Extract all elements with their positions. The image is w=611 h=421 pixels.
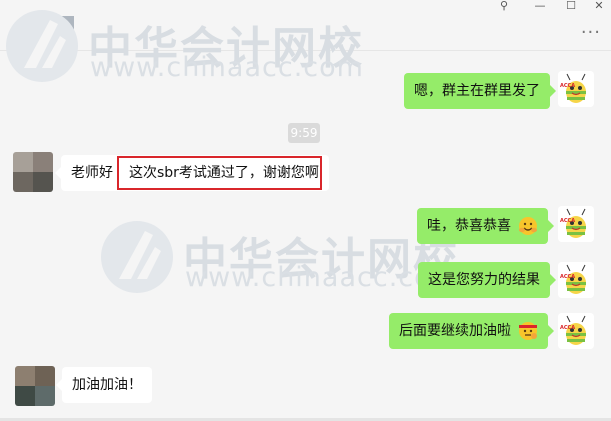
pin-icon[interactable]: ⚲: [489, 0, 519, 14]
avatar[interactable]: ACCA: [558, 71, 594, 107]
message-text: 哇，恭喜恭喜: [427, 218, 511, 234]
avatar-label: ACCA: [560, 325, 576, 331]
message-bubble-outgoing[interactable]: 嗯，群主在群里发了: [404, 73, 556, 109]
chat-header: 何 ⚲ — ☐ ✕ ···: [0, 0, 611, 51]
fighting-emoji-icon: [519, 322, 538, 340]
contact-avatar[interactable]: [15, 366, 55, 406]
message-bubble-outgoing[interactable]: 哇，恭喜恭喜: [417, 208, 555, 244]
acca-bee-avatar-icon: [558, 313, 594, 349]
celebrate-emoji-icon: [519, 217, 538, 235]
more-options-button[interactable]: ···: [581, 22, 601, 43]
maximize-button[interactable]: ☐: [556, 0, 586, 14]
blurred-avatar-icon: [13, 152, 53, 192]
message-bubble-outgoing[interactable]: 这是您努力的结果: [418, 262, 556, 298]
timestamp: 9:59: [288, 123, 320, 143]
contact-avatar[interactable]: [13, 152, 53, 192]
avatar[interactable]: ACCA: [558, 206, 594, 242]
acca-bee-avatar-icon: [558, 206, 594, 242]
avatar[interactable]: ACCA: [558, 262, 594, 298]
watermark-url: www.chinaacc.com: [90, 52, 364, 83]
avatar[interactable]: ACCA: [558, 313, 594, 349]
watermark-logo-icon: [101, 221, 173, 293]
acca-bee-avatar-icon: [558, 71, 594, 107]
acca-bee-avatar-icon: [558, 262, 594, 298]
highlight-box: [117, 156, 322, 190]
watermark-middle: 中华会计网校 www.chinaacc.com: [95, 215, 458, 305]
message-bubble-outgoing[interactable]: 后面要继续加油啦: [389, 313, 555, 349]
chat-title: 何: [18, 16, 36, 37]
message-text: 后面要继续加油啦: [399, 323, 511, 339]
message-bubble-incoming[interactable]: 加油加油！: [56, 367, 152, 403]
redacted-name: [36, 16, 74, 38]
avatar-label: ACCA: [560, 218, 576, 224]
minimize-button[interactable]: —: [525, 0, 555, 14]
blurred-avatar-icon: [15, 366, 55, 406]
avatar-label: ACCA: [560, 83, 576, 89]
avatar-label: ACCA: [560, 274, 576, 280]
close-button[interactable]: ✕: [584, 0, 611, 14]
